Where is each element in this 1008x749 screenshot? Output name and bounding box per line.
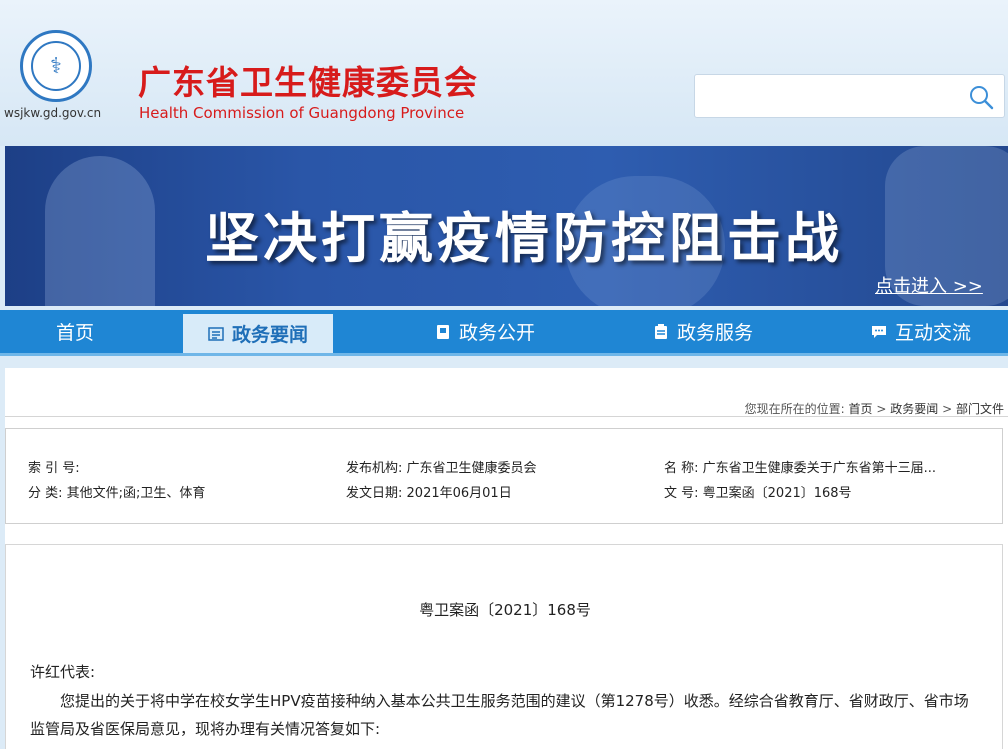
meta-date: 发文日期: 2021年06月01日 [346,482,512,501]
epidemic-banner[interactable]: 坚决打赢疫情防控阻击战 点击进入 >> [5,146,1008,306]
breadcrumb-prefix: 您现在所在的位置: [744,402,845,416]
caduceus-icon: ⚕ [31,41,81,91]
search-input[interactable] [703,83,953,109]
site-subtitle: Health Commission of Guangdong Province [139,104,465,122]
site-url: wsjkw.gd.gov.cn [4,106,102,120]
document-body: 粤卫案函〔2021〕168号 许红代表: 您提出的关于将中学在校女学生HPV疫苗… [5,544,1003,749]
meta-docno-value: 粤卫案函〔2021〕168号 [702,486,852,501]
breadcrumb-divider [5,416,1008,417]
site-title[interactable]: 广东省卫生健康委员会 [138,56,478,104]
news-icon [208,326,224,341]
nav-home[interactable]: 首页 [0,310,150,353]
document-greeting: 许红代表: [30,663,96,681]
document-paragraph: 您提出的关于将中学在校女学生HPV疫苗接种纳入基本公共卫生服务范围的建议（第12… [30,692,969,738]
meta-index-label: 索 引 号: [28,461,80,476]
breadcrumb: 您现在所在的位置: 首页 > 政务要闻 > 部门文件 [745,400,1004,417]
meta-name-value: 广东省卫生健康委关于广东省第十三届... [702,461,937,476]
meta-name: 名 称: 广东省卫生健康委关于广东省第十三届... [664,457,936,476]
document-number: 粤卫案函〔2021〕168号 [419,601,591,619]
nav-public-affairs[interactable]: 政务公开 [410,310,560,353]
nav-services[interactable]: 政务服务 [628,310,778,353]
breadcrumb-separator: > [876,402,887,416]
nav-services-label: 政务服务 [676,322,753,344]
meta-date-value: 2021年06月01日 [406,486,512,501]
meta-publisher: 发布机构: 广东省卫生健康委员会 [346,457,537,476]
meta-index: 索 引 号: [28,457,80,476]
meta-category-value: 其他文件;函;卫生、体育 [66,486,206,501]
nav-public-affairs-label: 政务公开 [458,322,535,344]
search-box [694,74,1005,118]
clipboard-icon [654,323,667,339]
site-header: ⚕ wsjkw.gd.gov.cn 广东省卫生健康委员会 Health Comm… [0,0,1008,146]
breadcrumb-separator: > [942,402,953,416]
meta-name-label: 名 称: [664,461,699,476]
banner-title: 坚决打赢疫情防控阻击战 [205,207,843,270]
banner-enter-link[interactable]: 点击进入 >> [875,272,983,298]
health-commission-emblem-icon[interactable]: ⚕ [20,30,92,102]
meta-category: 分 类: 其他文件;函;卫生、体育 [28,482,205,501]
nav-news-label: 政务要闻 [231,324,308,346]
nav-interaction[interactable]: 互动交流 [846,310,996,353]
breadcrumb-news[interactable]: 政务要闻 [890,402,938,416]
document-icon [436,324,449,339]
nav-interaction-label: 互动交流 [894,322,971,344]
meta-publisher-value: 广东省卫生健康委员会 [406,461,537,476]
document-metadata: 索 引 号: 分 类: 其他文件;函;卫生、体育 发布机构: 广东省卫生健康委员… [5,428,1003,524]
meta-docno-label: 文 号: [664,486,699,501]
nav-news[interactable]: 政务要闻 [183,314,333,353]
meta-publisher-label: 发布机构: [346,461,403,476]
doctor-silhouette [45,156,155,306]
main-nav: 首页 政务要闻 政务公开 政务服务 互动交流 [0,310,1008,356]
meta-docno: 文 号: 粤卫案函〔2021〕168号 [664,482,852,501]
breadcrumb-home[interactable]: 首页 [849,402,873,416]
chat-icon [871,325,886,338]
meta-category-label: 分 类: [28,486,63,501]
breadcrumb-dept-files[interactable]: 部门文件 [956,402,1004,416]
nav-home-label: 首页 [55,322,94,344]
meta-date-label: 发文日期: [346,486,403,501]
search-icon[interactable] [968,84,994,110]
